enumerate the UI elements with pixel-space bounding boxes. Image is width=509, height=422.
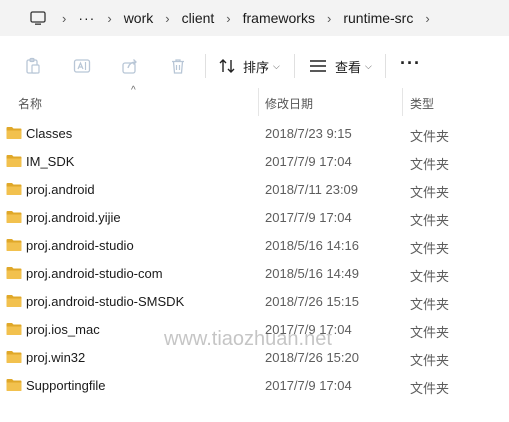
sort-button[interactable]: 排序 ⌵ [218,54,280,78]
chevron-down-icon: ⌵ [365,60,372,71]
file-name: IM_SDK [26,154,75,169]
rename-icon[interactable] [72,56,92,76]
file-type: 文件夹 [410,297,450,312]
table-row[interactable]: IM_SDK 2017/7/9 17:04 文件夹 [0,147,509,175]
file-type: 文件夹 [410,185,450,200]
sort-icon [219,59,235,73]
chevron-down-icon: ⌵ [273,60,280,71]
column-header: ^ 名称 修改日期 类型 [0,85,509,116]
file-modified-date: 2017/7/9 17:04 [265,210,352,225]
folder-icon [6,154,22,171]
table-row[interactable]: Classes 2018/7/23 9:15 文件夹 [0,119,509,147]
folder-icon [6,350,22,367]
table-row[interactable]: proj.win32 2018/7/26 15:20 文件夹 [0,343,509,371]
folder-icon [6,294,22,311]
chevron-right-icon: › [165,10,170,26]
file-name: proj.android.yijie [26,210,121,225]
breadcrumb-item-work[interactable]: work [124,10,154,26]
view-list-icon [310,60,326,72]
view-label: 查看 [335,59,362,75]
more-options-button[interactable]: ··· [400,53,421,74]
file-type: 文件夹 [410,241,450,256]
file-type: 文件夹 [410,157,450,172]
file-name: proj.win32 [26,350,86,365]
toolbar-separator [385,54,386,78]
file-name: proj.android-studio-com [26,266,163,281]
table-row[interactable]: proj.android 2018/7/11 23:09 文件夹 [0,175,509,203]
file-name: proj.android-studio-SMSDK [26,294,185,309]
file-type: 文件夹 [410,381,450,396]
folder-icon [6,210,22,227]
file-name: Classes [26,126,73,141]
chevron-right-icon: › [226,10,231,26]
share-icon[interactable] [120,56,140,76]
folder-icon [6,266,22,283]
folder-icon [6,378,22,395]
file-type: 文件夹 [410,325,450,340]
file-name: Supportingfile [26,378,106,393]
file-name: proj.ios_mac [26,322,100,337]
table-row[interactable]: proj.android-studio 2018/5/16 14:16 文件夹 [0,231,509,259]
folder-icon [6,126,22,143]
breadcrumb-item-runtime-src[interactable]: runtime-src [343,10,413,26]
file-name: proj.android [26,182,95,197]
file-modified-date: 2017/7/9 17:04 [265,378,352,393]
folder-icon [6,238,22,255]
chevron-right-icon: › [62,10,67,26]
chevron-right-icon: › [326,10,332,26]
file-type: 文件夹 [410,213,450,228]
table-row[interactable]: proj.android-studio-com 2018/5/16 14:49 文件… [0,259,509,287]
file-name: proj.android-studio [26,238,134,253]
column-header-type[interactable]: 类型 [410,95,434,112]
file-modified-date: 2018/7/26 15:20 [265,350,359,365]
file-type: 文件夹 [410,353,450,368]
table-row[interactable]: proj.android-studio-SMSDK 2018/7/26 15:15… [0,287,509,315]
table-row[interactable]: proj.ios_mac 2017/7/9 17:04 文件夹 [0,315,509,343]
file-list: Classes 2018/7/23 9:15 文件夹 IM_SDK 2017/7/9 1… [0,119,509,399]
column-header-date[interactable]: 修改日期 [265,95,313,112]
column-divider[interactable] [402,88,403,116]
command-bar: 排序 ⌵ 查看 ⌵ ··· [0,44,509,88]
paste-icon[interactable] [23,56,43,76]
sort-ascending-icon: ^ [131,85,136,96]
folder-icon [6,182,22,199]
breadcrumb-item-frameworks[interactable]: frameworks [243,10,315,26]
file-modified-date: 2017/7/9 17:04 [265,322,352,337]
file-modified-date: 2018/7/23 9:15 [265,126,352,141]
file-modified-date: 2018/7/11 23:09 [265,182,359,197]
file-type: 文件夹 [410,269,450,284]
column-header-name[interactable]: 名称 [18,95,42,112]
file-modified-date: 2018/5/16 14:49 [265,266,359,281]
column-divider[interactable] [258,88,259,116]
table-row[interactable]: proj.android.yijie 2017/7/9 17:04 文件夹 [0,203,509,231]
file-modified-date: 2018/7/26 15:15 [265,294,359,309]
delete-icon[interactable] [168,56,188,76]
breadcrumb-item-client[interactable]: client [182,10,215,26]
breadcrumb: › ··· › work › client › frameworks › run… [0,0,509,36]
file-modified-date: 2017/7/9 17:04 [265,154,352,169]
breadcrumb-more[interactable]: ··· [78,10,95,26]
computer-icon[interactable] [30,10,46,26]
folder-icon [6,322,22,339]
file-modified-date: 2018/5/16 14:16 [265,238,359,253]
chevron-right-icon[interactable]: › [425,11,429,26]
table-row[interactable]: Supportingfile 2017/7/9 17:04 文件夹 [0,371,509,399]
sort-label: 排序 [243,59,270,75]
chevron-right-icon: › [107,10,112,26]
file-type: 文件夹 [410,129,450,144]
view-button[interactable]: 查看 ⌵ [309,54,372,78]
toolbar-separator [294,54,295,78]
toolbar-separator [205,54,206,78]
